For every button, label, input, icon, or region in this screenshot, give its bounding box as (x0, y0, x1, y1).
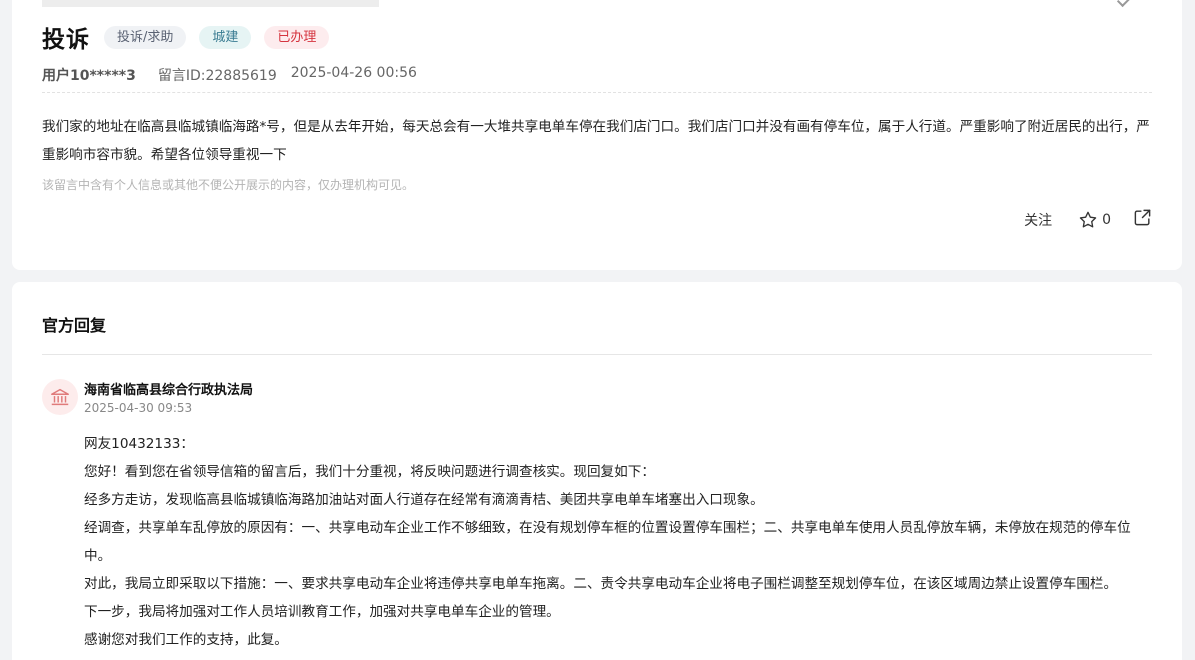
tag-category: 城建 (199, 25, 252, 49)
title-row: 投诉 投诉/求助 城建 已办理 (42, 20, 342, 54)
star-icon (1079, 211, 1097, 227)
message-meta: 用户10*****3 留言ID:22885619 2025-04-26 00:5… (42, 65, 417, 85)
privacy-notice: 该留言中含有个人信息或其他不便公开展示的内容，仅办理机构可见。 (42, 178, 415, 192)
reply-datetime: 2025-04-30 09:53 (84, 401, 193, 415)
section-title: 官方回复 (42, 316, 107, 335)
star-count: 0 (1102, 211, 1111, 228)
official-reply-card: 官方回复 海南省临高县综合行政执法局 2025-04-30 09:53 网友10… (12, 282, 1182, 660)
reply-paragraph: 您好！看到您在省领导信箱的留言后，我们十分重视，将反映问题进行调查核实。现回复如… (84, 464, 655, 480)
reply-paragraph: 网友10432133： (84, 436, 194, 452)
share-icon (1134, 209, 1151, 226)
reply-body: 网友10432133： 您好！看到您在省领导信箱的留言后，我们十分重视，将反映问… (84, 430, 1152, 654)
share-button[interactable] (1133, 208, 1152, 231)
star-button[interactable]: 0 (1078, 210, 1111, 230)
reply-paragraph: 对此，我局立即采取以下措施：一、要求共享电动车企业将违停共享电单车拖离。二、责令… (84, 576, 1118, 592)
top-placeholder-bar (42, 0, 379, 7)
follow-button[interactable]: 关注 (1024, 210, 1052, 230)
org-avatar (42, 379, 78, 415)
government-building-icon (51, 388, 69, 406)
message-actions: 关注 0 (1024, 208, 1152, 231)
divider (42, 92, 1152, 93)
message-title: 投诉 (42, 27, 90, 53)
message-id: 留言ID:22885619 (157, 68, 277, 84)
section-divider (42, 354, 1152, 355)
reply-paragraph: 感谢您对我们工作的支持，此复。 (84, 632, 288, 648)
tag-status: 已办理 (264, 25, 330, 49)
reply-paragraph: 经调查，共享单车乱停放的原因有：一、共享电动车企业工作不够细致，在没有规划停车框… (84, 520, 1131, 564)
reply-paragraph: 经多方走访，发现临高县临城镇临海路加油站对面人行道存在经常有滴滴青桔、美团共享电… (84, 492, 764, 508)
message-datetime: 2025-04-26 00:56 (290, 65, 417, 81)
chevron-icon[interactable] (1116, 0, 1132, 8)
message-content: 我们家的地址在临高县临城镇临海路*号，但是从去年开始，每天总会有一大堆共享电单车… (42, 119, 1150, 163)
user-name: 用户10*****3 (42, 68, 136, 84)
org-name: 海南省临高县综合行政执法局 (84, 383, 254, 398)
reply-paragraph: 下一步，我局将加强对工作人员培训教育工作，加强对共享电单车企业的管理。 (84, 604, 560, 620)
tag-type: 投诉/求助 (104, 25, 187, 49)
message-card: 投诉 投诉/求助 城建 已办理 用户10*****3 留言ID:22885619… (12, 0, 1182, 270)
